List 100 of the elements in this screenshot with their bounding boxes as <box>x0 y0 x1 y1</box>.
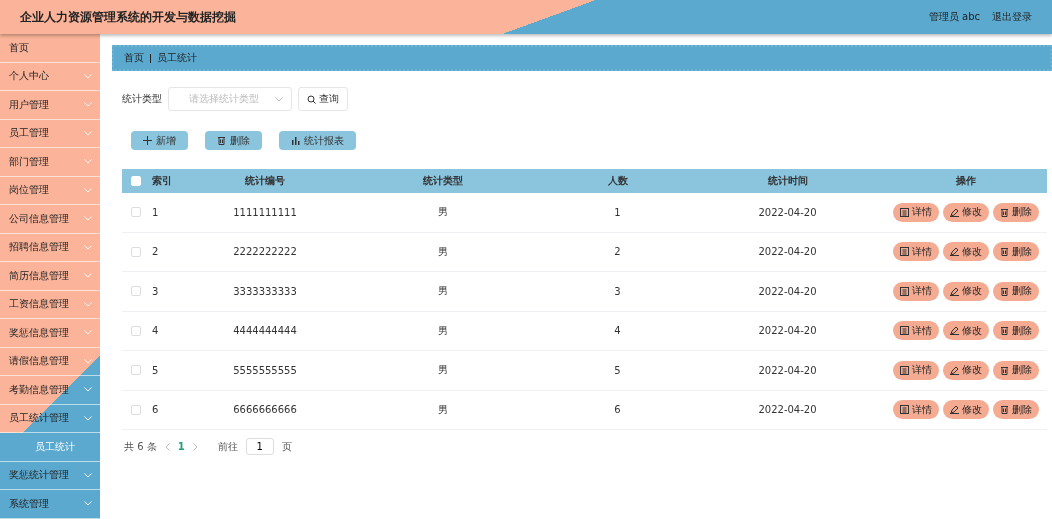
checkbox[interactable] <box>131 207 141 218</box>
menu-item[interactable]: 系统管理 <box>0 490 100 519</box>
chevron-left-icon <box>164 442 170 451</box>
menu-item[interactable]: 招聘信息管理 <box>0 233 100 262</box>
chevron-down-icon <box>84 415 92 421</box>
detail-button[interactable]: 详情 <box>893 400 939 420</box>
trash-icon <box>1000 405 1009 415</box>
checkbox[interactable] <box>131 365 141 376</box>
document-icon <box>900 207 909 217</box>
checkbox[interactable] <box>131 404 141 415</box>
trash-icon <box>1000 247 1009 257</box>
trash-icon <box>1000 326 1009 336</box>
column-header: 统计编号 <box>245 174 285 188</box>
chevron-right-icon <box>192 442 198 451</box>
checkbox[interactable] <box>131 325 141 336</box>
bar-chart-icon <box>291 136 300 145</box>
menu-item[interactable]: 岗位管理 <box>0 176 100 205</box>
edit-button[interactable]: 修改 <box>943 400 989 420</box>
table-cell: 2022-04-20 <box>758 364 817 376</box>
edit-button[interactable]: 修改 <box>943 202 989 222</box>
menu-item[interactable]: 个人中心 <box>0 62 100 91</box>
detail-button[interactable]: 详情 <box>893 321 939 341</box>
table-cell: 2 <box>152 246 159 258</box>
document-icon <box>900 365 909 375</box>
menu-item[interactable]: 用户管理 <box>0 91 100 120</box>
table-cell: 2222222222 <box>233 246 297 258</box>
breadcrumb-link[interactable]: 首页 <box>124 51 144 65</box>
edit-button[interactable]: 修改 <box>943 281 989 301</box>
delete-button[interactable]: 删除 <box>993 400 1039 420</box>
column-header: 统计类型 <box>422 174 463 188</box>
pencil-icon <box>950 207 959 217</box>
table-cell: 3333333333 <box>233 285 297 297</box>
column-header: 索引 <box>152 174 172 188</box>
pencil-icon <box>950 326 959 336</box>
menu-item[interactable]: 简历信息管理 <box>0 262 100 291</box>
table-cell: 男 <box>437 402 448 417</box>
chevron-down-icon <box>84 501 92 507</box>
report-button[interactable]: 统计报表 <box>279 131 356 150</box>
search-button[interactable]: 查询 <box>298 87 348 111</box>
chevron-down-icon <box>84 187 92 193</box>
page-suffix: 页 <box>281 439 292 454</box>
menu-item[interactable]: 公司信息管理 <box>0 205 100 234</box>
trash-icon <box>1000 365 1009 375</box>
logout-link[interactable]: 退出登录 <box>992 10 1032 24</box>
chevron-down-icon <box>84 130 92 136</box>
detail-button[interactable]: 详情 <box>893 281 939 301</box>
table-cell: 2 <box>614 246 621 258</box>
table-cell: 6 <box>614 404 621 416</box>
detail-button[interactable]: 详情 <box>893 202 939 222</box>
table-cell: 6666666666 <box>233 404 297 416</box>
delete-button[interactable]: 删除 <box>993 321 1039 341</box>
trash-icon <box>1000 286 1009 296</box>
menu-item[interactable]: 部门管理 <box>0 148 100 177</box>
document-icon <box>900 247 909 257</box>
delete-button[interactable]: 删除 <box>993 360 1039 380</box>
table-cell: 男 <box>437 284 448 299</box>
checkbox[interactable] <box>131 286 141 297</box>
table-cell: 1 <box>614 206 621 218</box>
pencil-icon <box>950 247 959 257</box>
add-button[interactable]: 新增 <box>131 131 188 150</box>
edit-button[interactable]: 修改 <box>943 242 989 262</box>
chevron-down-icon <box>84 244 92 250</box>
chevron-down-icon <box>275 96 283 102</box>
table-cell: 2022-04-20 <box>758 246 817 258</box>
chevron-down-icon <box>84 273 92 279</box>
table-cell: 3 <box>152 285 159 297</box>
column-header: 操作 <box>956 174 976 188</box>
search-icon <box>307 94 316 104</box>
menu-item[interactable]: 奖惩统计管理 <box>0 461 100 490</box>
document-icon <box>900 326 909 336</box>
detail-button[interactable]: 详情 <box>893 242 939 262</box>
goto-label: 前往 <box>217 439 238 454</box>
column-header: 人数 <box>607 174 628 188</box>
chevron-down-icon <box>84 330 92 336</box>
table-cell: 4444444444 <box>233 325 297 337</box>
edit-button[interactable]: 修改 <box>943 321 989 341</box>
breadcrumb-link[interactable]: 员工统计 <box>157 51 197 65</box>
detail-button[interactable]: 详情 <box>893 360 939 380</box>
menu-item[interactable]: 奖惩信息管理 <box>0 319 100 348</box>
table-cell: 2022-04-20 <box>758 404 817 416</box>
delete-button[interactable]: 删除 <box>205 131 262 150</box>
trash-icon <box>217 136 226 145</box>
table-cell: 男 <box>437 205 448 220</box>
table-cell: 1111111111 <box>233 206 297 218</box>
table-cell: 4 <box>614 325 621 337</box>
delete-button[interactable]: 删除 <box>993 281 1039 301</box>
delete-button[interactable]: 删除 <box>993 202 1039 222</box>
checkbox[interactable] <box>131 246 141 257</box>
delete-button[interactable]: 删除 <box>993 242 1039 262</box>
table-cell: 男 <box>437 323 448 338</box>
user-name: 管理员 abc <box>928 10 980 24</box>
menu-item[interactable]: 工资信息管理 <box>0 290 100 319</box>
edit-button[interactable]: 修改 <box>943 360 989 380</box>
menu-item[interactable]: 请假信息管理 <box>0 347 100 376</box>
page-input[interactable]: 1 <box>245 438 274 455</box>
chevron-down-icon <box>84 102 92 108</box>
menu-item[interactable]: 首页 <box>0 34 100 63</box>
menu-item[interactable]: 员工管理 <box>0 119 100 148</box>
chevron-down-icon <box>84 301 92 307</box>
chevron-down-icon <box>84 387 92 393</box>
